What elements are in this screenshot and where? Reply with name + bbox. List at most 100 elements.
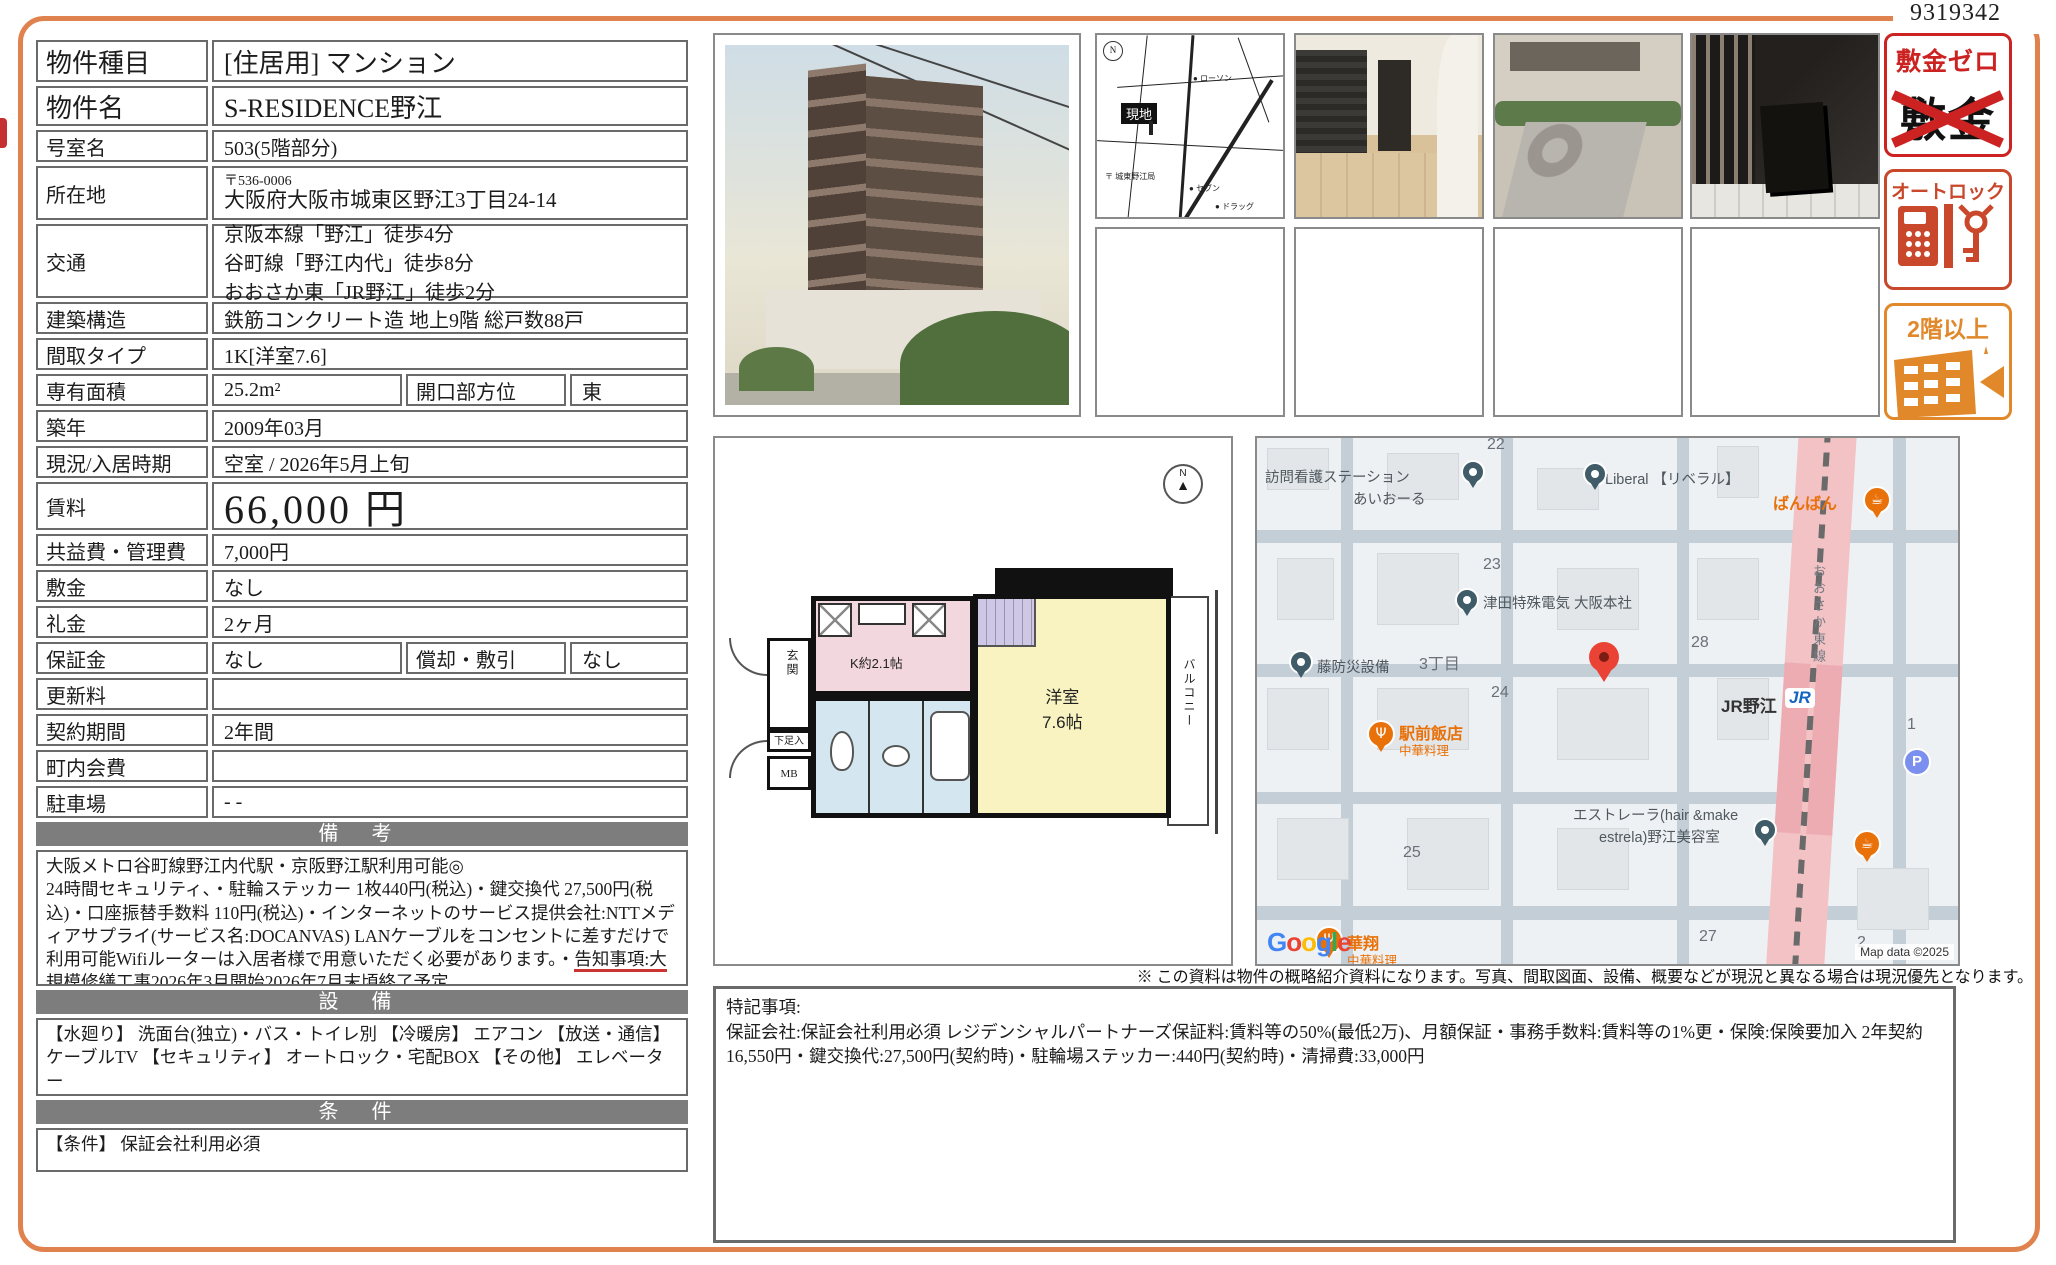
map-label: 訪問看護ステーション	[1265, 466, 1410, 487]
google-logo-letter: e	[1337, 927, 1350, 957]
table-row: 契約期間2年間	[36, 714, 688, 746]
row-value	[212, 678, 688, 710]
table-row: 礼金2ヶ月	[36, 606, 688, 638]
toilet	[830, 731, 854, 771]
table-row: 共益費・管理費7,000円	[36, 534, 688, 566]
row-sub-value: 東	[570, 374, 688, 406]
row-value: [住居用] マンション	[212, 40, 688, 82]
table-row: 現況/入居時期空室 / 2026年5月上旬	[36, 446, 688, 478]
poi-label: ● セブン	[1189, 183, 1220, 194]
badge-second-floor-title: 2階以上	[1887, 310, 2009, 344]
walkway-art	[1495, 35, 1681, 217]
compass-needle: ▲	[1165, 479, 1201, 491]
table-row: 駐車場- -	[36, 786, 688, 818]
row-value: S-RESIDENCE野江	[212, 86, 688, 126]
map-credit: Map data ©2025	[1855, 944, 1954, 960]
site-map-art: N 現地 ● ローソン 〒 城東野江局 ● セブン ● ドラッグ	[1097, 35, 1283, 217]
kitchen-label: K約2.1帖	[850, 653, 903, 672]
food-pin-icon: Ψ	[1367, 720, 1395, 748]
map-building	[1697, 558, 1759, 620]
map-road	[1341, 438, 1353, 964]
row-label: 築年	[36, 410, 208, 442]
map-label: Liberal 【リベラル】	[1605, 468, 1740, 489]
stone-path	[1502, 122, 1646, 217]
row-value: なし	[212, 570, 688, 602]
map-label: 1	[1907, 716, 1916, 734]
map-pin-icon	[1289, 650, 1313, 674]
autolock-icon	[1896, 204, 2000, 268]
equipment-box: 【水廻り】 洗面台(独立)・バス・トイレ別 【冷暖房】 エアコン 【放送・通信】…	[36, 1018, 688, 1096]
equipment-header: 設 備	[36, 990, 688, 1014]
table-row: 専有面積25.2m²開口部方位東	[36, 374, 688, 406]
special-notes-box: 特記事項: 保証会社:保証会社利用必須 レジデンシャルパートナーズ保証料:賃料等…	[713, 986, 1956, 1243]
remarks-box: 大阪メトロ谷町線野江内代駅・京阪野江駅利用可能◎ 24時間セキュリティ、・駐輪ス…	[36, 850, 688, 986]
google-logo-letter: o	[1301, 927, 1316, 957]
map-label: 24	[1491, 684, 1509, 702]
row-label: 所在地	[36, 166, 208, 220]
road-line	[1097, 140, 1283, 151]
room-label: 洋室7.6帖	[1042, 683, 1083, 733]
stone-monument	[1760, 102, 1829, 194]
special-notes-body: 保証会社:保証会社利用必須 レジデンシャルパートナーズ保証料:賃料等の50%(最…	[726, 1020, 1943, 1069]
table-row: 更新料	[36, 678, 688, 710]
cafe-pin-icon: ☕	[1853, 830, 1881, 858]
row-value: 2ヶ月	[212, 606, 688, 638]
sink-counter	[858, 603, 906, 625]
struck-deposit: 敷金	[1900, 84, 1996, 150]
poi-label: ● ドラッグ	[1215, 201, 1254, 212]
table-row: 物件名S-RESIDENCE野江	[36, 86, 688, 126]
map-pin-icon	[1455, 588, 1479, 612]
map-label: おおさか東線	[1809, 564, 1828, 666]
row-value: なし	[212, 642, 402, 674]
table-row: 交通京阪本線「野江」徒歩4分谷町線「野江内代」徒歩8分おおさか東「JR野江」徒歩…	[36, 224, 688, 298]
map-label: 中華料理	[1399, 740, 1449, 759]
sink	[882, 745, 910, 767]
map-label: 23	[1483, 556, 1501, 574]
table-row: 築年2009年03月	[36, 410, 688, 442]
map-building	[1857, 868, 1929, 930]
building-right-face	[866, 76, 983, 324]
row-label: 駐車場	[36, 786, 208, 818]
table-row: 賃料66,000 円	[36, 482, 688, 530]
building-arrow-icon	[1892, 344, 2004, 418]
row-label: 町内会費	[36, 750, 208, 782]
row-label: 号室名	[36, 130, 208, 162]
google-map[interactable]: 22訪問看護ステーションあいおーるLiberal 【リベラル】ばんばん23津田特…	[1255, 436, 1960, 966]
wall	[922, 701, 924, 813]
row-label: 礼金	[36, 606, 208, 638]
table-row: 所在地〒536-0006大阪府大阪市城東区野江3丁目24-14	[36, 166, 688, 220]
map-label: 津田特殊電気 大阪本社	[1483, 592, 1632, 613]
bathtub	[930, 711, 970, 781]
document-id: 9319342	[1910, 0, 2040, 27]
map-building	[1377, 553, 1459, 625]
site-pointer	[1149, 121, 1153, 135]
compass-icon: N	[1103, 41, 1123, 61]
table-row: 建築構造鉄筋コンクリート造 地上9階 総戸数88戸	[36, 302, 688, 334]
map-label: 27	[1699, 928, 1717, 946]
sign-art	[1692, 35, 1878, 217]
conditions-box: 【条件】 保証会社利用必須	[36, 1128, 688, 1172]
badge-second-floor-up: 2階以上	[1884, 303, 2012, 420]
row-label: 交通	[36, 224, 208, 298]
poi-label: 〒 城東野江局	[1105, 171, 1155, 182]
row-label: 契約期間	[36, 714, 208, 746]
door-arc	[729, 638, 767, 676]
row-value	[212, 750, 688, 782]
row-value: 1K[洋室7.6]	[212, 338, 688, 370]
row-value: 空室 / 2026年5月上旬	[212, 446, 688, 478]
map-label: 22	[1487, 436, 1505, 454]
floorplan: N ▲ バルコニー 洋室7.6帖 K約2.1帖 玄関 下足入 MB	[713, 436, 1233, 966]
thumb-walkway	[1493, 33, 1683, 219]
badge-autolock: オートロック	[1884, 169, 2012, 290]
window-band	[1510, 42, 1640, 71]
row-value: 2年間	[212, 714, 688, 746]
remarks-header: 備 考	[36, 822, 688, 846]
row-value: 7,000円	[212, 534, 688, 566]
room-western: 洋室7.6帖	[973, 594, 1171, 818]
map-label: ばんばん	[1773, 490, 1837, 514]
table-row: 号室名503(5階部分)	[36, 130, 688, 162]
row-label: 共益費・管理費	[36, 534, 208, 566]
property-table-body: 物件種目[住居用] マンション物件名S-RESIDENCE野江号室名503(5階…	[36, 40, 688, 818]
thumb-site-map: N 現地 ● ローソン 〒 城東野江局 ● セブン ● ドラッグ	[1095, 33, 1285, 219]
row-label: 間取タイプ	[36, 338, 208, 370]
